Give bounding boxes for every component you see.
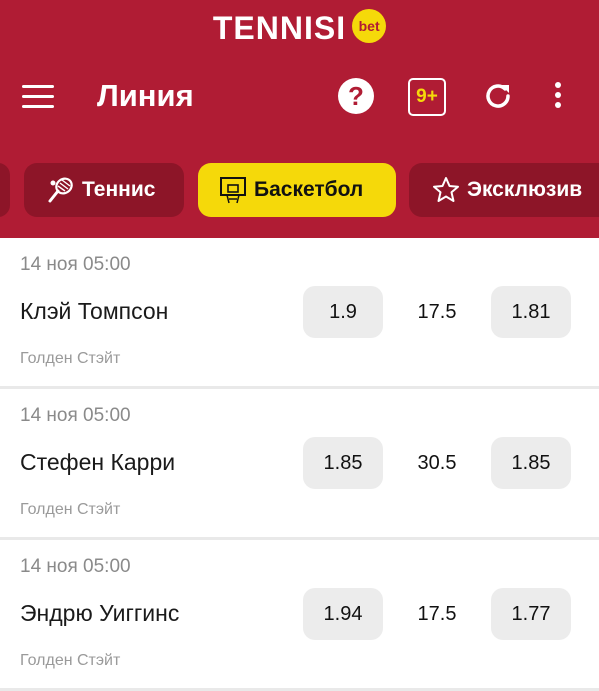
odd-under-button[interactable]: 1.94	[303, 588, 383, 640]
total-value: 17.5	[417, 300, 457, 323]
page-title: Линия	[97, 78, 194, 113]
event-row[interactable]: 14 ноя 05:00 Стефен Карри Голден Стэйт 1…	[0, 389, 599, 540]
age-rating-badge: 9+	[408, 78, 446, 116]
tab-previous-sport[interactable]	[0, 163, 10, 217]
event-row[interactable]: 14 ноя 05:00 Эндрю Уиггинс Голден Стэйт …	[0, 540, 599, 691]
tab-basketball[interactable]: Баскетбол	[198, 163, 396, 217]
basketball-icon	[218, 175, 248, 205]
event-time: 14 ноя 05:00	[20, 254, 131, 275]
odd-over-button[interactable]: 1.85	[491, 437, 571, 489]
odd-under-button[interactable]: 1.9	[303, 286, 383, 338]
event-team: Голден Стэйт	[20, 350, 121, 367]
event-team: Голден Стэйт	[20, 501, 121, 518]
help-button[interactable]: ?	[338, 78, 374, 114]
tab-tennis-label: Теннис	[82, 178, 156, 201]
event-time: 14 ноя 05:00	[20, 405, 131, 426]
brand-name: TENNISI	[212, 9, 347, 46]
toolbar: Линия ? 9+	[0, 64, 599, 130]
odd-under-button[interactable]: 1.85	[303, 437, 383, 489]
sport-tabs: Теннис Баскетбол Эксклюзив	[0, 163, 599, 217]
odd-over-button[interactable]: 1.77	[491, 588, 571, 640]
brand-badge: bet	[352, 9, 387, 43]
more-options-button[interactable]	[548, 82, 568, 112]
menu-button[interactable]	[22, 84, 56, 110]
event-team: Голден Стэйт	[20, 652, 121, 669]
total-value: 17.5	[417, 602, 457, 625]
tab-basketball-label: Баскетбол	[254, 178, 364, 201]
tennis-icon	[46, 175, 76, 205]
star-icon	[431, 175, 461, 205]
event-row[interactable]: 14 ноя 05:00 Клэй Томпсон Голден Стэйт 1…	[0, 238, 599, 389]
tab-tennis[interactable]: Теннис	[24, 163, 184, 217]
events-list: 14 ноя 05:00 Клэй Томпсон Голден Стэйт 1…	[0, 238, 599, 691]
app-header: TENNISI bet Линия ? 9+ Теннис Баскетбол …	[0, 0, 599, 238]
event-player: Стефен Карри	[20, 449, 176, 475]
event-time: 14 ноя 05:00	[20, 556, 131, 577]
total-value: 30.5	[417, 451, 457, 474]
event-player: Эндрю Уиггинс	[20, 600, 180, 626]
event-player: Клэй Томпсон	[20, 298, 169, 324]
tab-exclusive-label: Эксклюзив	[467, 178, 583, 201]
tab-exclusive[interactable]: Эксклюзив	[409, 163, 599, 217]
odd-over-button[interactable]: 1.81	[491, 286, 571, 338]
refresh-icon	[486, 84, 510, 108]
brand-logo: TENNISI bet	[0, 9, 599, 46]
refresh-button[interactable]	[482, 80, 514, 112]
